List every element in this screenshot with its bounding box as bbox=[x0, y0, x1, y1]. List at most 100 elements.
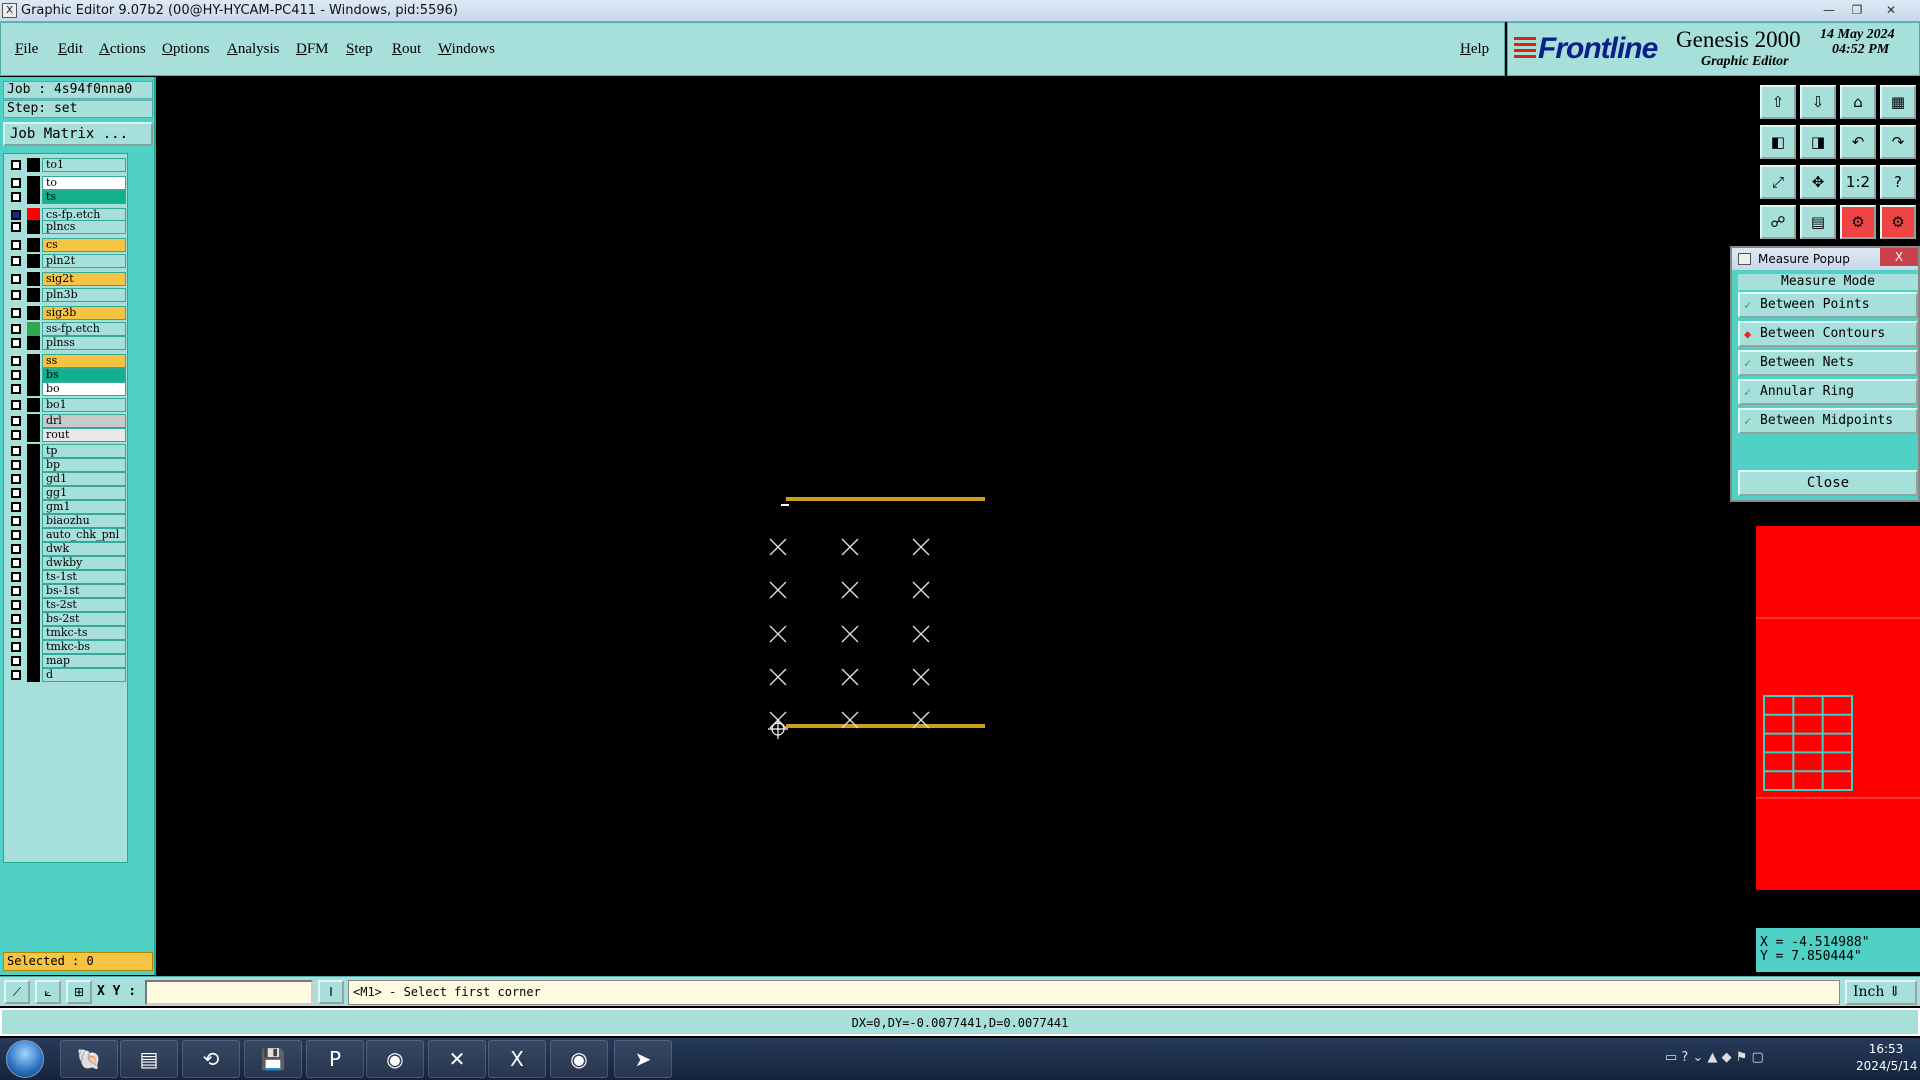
layer-row-dwk[interactable]: dwk bbox=[6, 542, 128, 556]
system-tray[interactable]: ▭ ? ⌄ ▲ ◆ ⚑ ▢ bbox=[1665, 1050, 1764, 1065]
layer-name[interactable]: ss bbox=[42, 354, 126, 368]
layer-row-tp[interactable]: tp bbox=[6, 444, 128, 458]
layer-checkbox[interactable] bbox=[11, 572, 21, 582]
layer-row-tmkc-ts[interactable]: tmkc-ts bbox=[6, 626, 128, 640]
eye-app2-icon[interactable]: ◉ bbox=[550, 1040, 608, 1078]
layer-row-ts-2st[interactable]: ts-2st bbox=[6, 598, 128, 612]
layer-name[interactable]: biaozhu bbox=[42, 514, 126, 528]
menu-options[interactable]: Options bbox=[162, 41, 210, 58]
measure-popup-close-icon[interactable]: X bbox=[1880, 248, 1918, 266]
layer-row-cs[interactable]: cs bbox=[6, 238, 128, 252]
layer-row-drl[interactable]: drl bbox=[6, 414, 128, 428]
layer-checkbox[interactable] bbox=[11, 240, 21, 250]
snap-grid-icon[interactable]: ⊞ bbox=[66, 980, 92, 1004]
layer-name[interactable]: ts-2st bbox=[42, 598, 126, 612]
layer-name[interactable]: bs bbox=[42, 368, 126, 382]
layer-row-ss[interactable]: ss bbox=[6, 354, 128, 368]
snap-mode-icon[interactable]: ⟋ bbox=[4, 980, 30, 1004]
job-matrix-button[interactable]: Job Matrix ... bbox=[3, 122, 153, 146]
layer-checkbox[interactable] bbox=[11, 324, 21, 334]
layer-row-d[interactable]: d bbox=[6, 668, 128, 682]
next-icon[interactable]: ◨ bbox=[1800, 125, 1836, 159]
layer-name[interactable]: ts bbox=[42, 190, 126, 204]
layer-checkbox[interactable] bbox=[11, 614, 21, 624]
zoom-home-icon[interactable]: ✥ bbox=[1800, 165, 1836, 199]
layer-name[interactable]: tmkc-bs bbox=[42, 640, 126, 654]
layer-name[interactable]: dwkby bbox=[42, 556, 126, 570]
undo-icon[interactable]: ↶ bbox=[1840, 125, 1876, 159]
layer-checkbox[interactable] bbox=[11, 670, 21, 680]
measure-option-between-nets[interactable]: ✓ Between Nets bbox=[1738, 350, 1918, 376]
layer-row-gd1[interactable]: gd1 bbox=[6, 472, 128, 486]
overview-map[interactable] bbox=[1756, 526, 1920, 890]
layer-checkbox[interactable] bbox=[11, 544, 21, 554]
close-window-button[interactable]: ✕ bbox=[1880, 2, 1902, 18]
layer-checkbox[interactable] bbox=[11, 290, 21, 300]
layer-checkbox[interactable] bbox=[11, 338, 21, 348]
layer-row-sig3b[interactable]: sig3b bbox=[6, 306, 128, 320]
redo-icon[interactable]: ↷ bbox=[1880, 125, 1916, 159]
layer-row-to1[interactable]: to1 bbox=[6, 158, 128, 172]
layer-row-gm1[interactable]: gm1 bbox=[6, 500, 128, 514]
menu-dfm[interactable]: DFM bbox=[296, 41, 329, 58]
layer-row-pln2t[interactable]: pln2t bbox=[6, 254, 128, 268]
layer-name[interactable]: plncs bbox=[42, 220, 126, 234]
menu-edit[interactable]: Edit bbox=[58, 41, 83, 58]
layer-name[interactable]: bs-2st bbox=[42, 612, 126, 626]
menu-rout[interactable]: Rout bbox=[392, 41, 421, 58]
layer-name[interactable]: ts-1st bbox=[42, 570, 126, 584]
snap-center-icon[interactable]: ⟀ bbox=[35, 980, 61, 1004]
layer-checkbox[interactable] bbox=[11, 530, 21, 540]
layer-row-plncs[interactable]: plncs bbox=[6, 220, 128, 234]
layer-row-gg1[interactable]: gg1 bbox=[6, 486, 128, 500]
layer-checkbox[interactable] bbox=[11, 446, 21, 456]
layer-row-to[interactable]: to bbox=[6, 176, 128, 190]
layer-row-auto_chk_pnl[interactable]: auto_chk_pnl bbox=[6, 528, 128, 542]
layer-checkbox[interactable] bbox=[11, 384, 21, 394]
layer-checkbox[interactable] bbox=[11, 474, 21, 484]
layer-checkbox[interactable] bbox=[11, 460, 21, 470]
layer-row-bp[interactable]: bp bbox=[6, 458, 128, 472]
layer-name[interactable]: sig2t bbox=[42, 272, 126, 286]
layer-checkbox[interactable] bbox=[11, 628, 21, 638]
measure-active-icon[interactable]: ⚙ bbox=[1880, 205, 1916, 239]
layer-row-ss-fp.etch[interactable]: ss-fp.etch bbox=[6, 322, 128, 336]
layer-name[interactable]: to1 bbox=[42, 158, 126, 172]
layer-checkbox[interactable] bbox=[11, 586, 21, 596]
layer-checkbox[interactable] bbox=[11, 400, 21, 410]
menu-file[interactable]: File bbox=[15, 41, 38, 58]
layer-name[interactable]: ss-fp.etch bbox=[42, 322, 126, 336]
layer-checkbox[interactable] bbox=[11, 210, 21, 220]
layer-checkbox[interactable] bbox=[11, 222, 21, 232]
layer-checkbox[interactable] bbox=[11, 370, 21, 380]
p-app-icon[interactable]: P bbox=[306, 1040, 364, 1078]
layer-checkbox[interactable] bbox=[11, 160, 21, 170]
layer-row-tmkc-bs[interactable]: tmkc-bs bbox=[6, 640, 128, 654]
layer-row-ts-1st[interactable]: ts-1st bbox=[6, 570, 128, 584]
layer-row-bs[interactable]: bs bbox=[6, 368, 128, 382]
layer-row-ts[interactable]: ts bbox=[6, 190, 128, 204]
home-icon[interactable]: ⌂ bbox=[1840, 85, 1876, 119]
layer-checkbox[interactable] bbox=[11, 430, 21, 440]
layer-row-sig2t[interactable]: sig2t bbox=[6, 272, 128, 286]
layer-checkbox[interactable] bbox=[11, 274, 21, 284]
layer-row-pln3b[interactable]: pln3b bbox=[6, 288, 128, 302]
save-icon[interactable]: 💾 bbox=[244, 1040, 302, 1078]
help-icon[interactable]: ? bbox=[1880, 165, 1916, 199]
grid-icon[interactable]: ▤ bbox=[1800, 205, 1836, 239]
menu-actions[interactable]: Actions bbox=[99, 41, 146, 58]
save-icon[interactable]: ⇩ bbox=[1800, 85, 1836, 119]
layer-row-plnss[interactable]: plnss bbox=[6, 336, 128, 350]
layer-name[interactable]: auto_chk_pnl bbox=[42, 528, 126, 542]
layer-name[interactable]: rout bbox=[42, 428, 126, 442]
measure-option-between-contours[interactable]: ◆ Between Contours bbox=[1738, 321, 1918, 347]
menu-step[interactable]: Step bbox=[346, 41, 373, 58]
snap-icon[interactable]: ☍ bbox=[1760, 205, 1796, 239]
x-app-icon[interactable]: ✕ bbox=[428, 1040, 486, 1078]
layer-checkbox[interactable] bbox=[11, 656, 21, 666]
layer-name[interactable]: bp bbox=[42, 458, 126, 472]
layer-name[interactable]: pln3b bbox=[42, 288, 126, 302]
units-select[interactable]: Inch ⇓ bbox=[1845, 980, 1917, 1005]
layout-icon[interactable]: ▦ bbox=[1880, 85, 1916, 119]
open-job-icon[interactable]: ⇧ bbox=[1760, 85, 1796, 119]
